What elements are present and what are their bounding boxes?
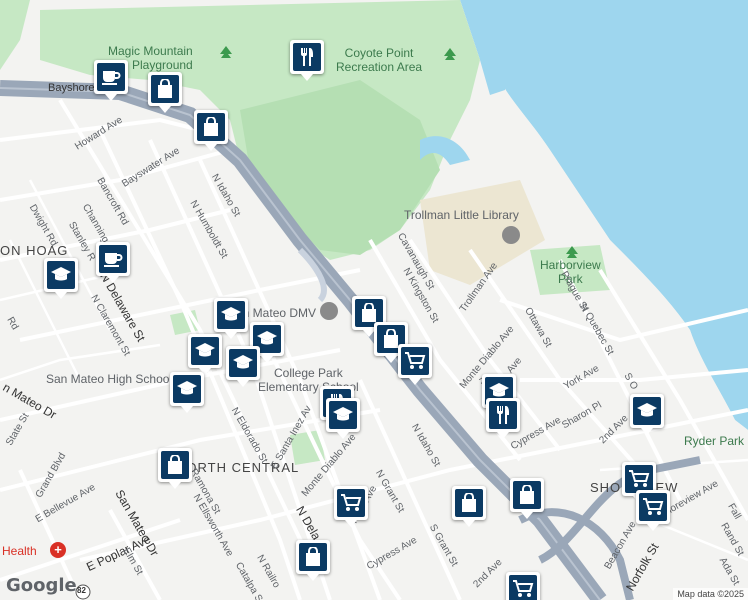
marker-school-6[interactable] <box>170 372 204 413</box>
health-label[interactable]: Health <box>2 544 37 558</box>
shopping-bag-icon <box>299 543 327 571</box>
marker-tip <box>225 332 237 339</box>
marker-cafe-2[interactable] <box>96 242 130 283</box>
school-icon <box>217 301 245 329</box>
school-icon <box>47 261 75 289</box>
marker-tip <box>237 380 249 387</box>
marker-tip <box>107 276 119 283</box>
shopping-cart-icon <box>509 575 537 600</box>
marker-food-1[interactable] <box>290 40 324 81</box>
marker-tip <box>105 94 117 101</box>
shopping-bag-icon <box>161 451 189 479</box>
harborview-pin-icon[interactable] <box>566 246 578 260</box>
marker-tip <box>385 356 397 363</box>
marker-tip <box>169 482 181 489</box>
marker-cafe-1[interactable] <box>94 60 128 101</box>
marker-tip <box>301 74 313 81</box>
marker-shop-6[interactable] <box>452 486 486 527</box>
marker-tip <box>205 144 217 151</box>
bayshore-label: Bayshore <box>48 82 95 94</box>
school-icon <box>191 337 219 365</box>
marker-food-3[interactable] <box>486 398 520 439</box>
coffee-icon <box>97 63 125 91</box>
marker-cart-1[interactable] <box>398 344 432 385</box>
route-82-label: 82 <box>77 586 86 595</box>
marker-tip <box>181 406 193 413</box>
marker-shop-8[interactable] <box>296 540 330 581</box>
library-pin-icon[interactable] <box>502 226 520 244</box>
marker-tip <box>641 428 653 435</box>
school-icon <box>229 349 257 377</box>
school-icon <box>173 375 201 403</box>
shopping-cart-icon <box>639 493 667 521</box>
shopping-cart-icon <box>337 489 365 517</box>
coffee-icon <box>99 245 127 273</box>
marker-shop-5[interactable] <box>158 448 192 489</box>
shopping-bag-icon <box>151 75 179 103</box>
marker-tip <box>463 520 475 527</box>
shopping-bag-icon <box>455 489 483 517</box>
map-canvas[interactable]: Magic Mountain Playground Coyote Point R… <box>0 0 748 600</box>
marker-cart-5[interactable] <box>506 572 540 600</box>
coyote-point-label[interactable]: Coyote Point Recreation Area <box>336 46 422 74</box>
marker-tip <box>521 512 533 519</box>
marker-tip <box>261 356 273 363</box>
marker-tip <box>307 574 319 581</box>
ryder-park-label[interactable]: Ryder Park <box>684 434 744 448</box>
trollman-library-label[interactable]: Trollman Little Library <box>404 208 519 222</box>
shopping-cart-icon <box>401 347 429 375</box>
marker-tip <box>497 432 509 439</box>
marker-school-1[interactable] <box>44 258 78 299</box>
san-mateo-high-label[interactable]: San Mateo High School <box>46 372 172 386</box>
marker-tip <box>647 524 659 531</box>
marker-school-9[interactable] <box>630 394 664 435</box>
restaurant-icon <box>489 401 517 429</box>
health-pin-icon[interactable]: + <box>50 542 66 558</box>
shopping-bag-icon <box>513 481 541 509</box>
marker-tip <box>409 378 421 385</box>
marker-shop-2[interactable] <box>194 110 228 151</box>
google-logo: Google <box>6 575 77 596</box>
marker-tip <box>55 292 67 299</box>
marker-school-2[interactable] <box>214 298 248 339</box>
marker-shop-7[interactable] <box>510 478 544 519</box>
dmv-pin-icon[interactable] <box>320 302 338 320</box>
marker-cart-3[interactable] <box>334 486 368 527</box>
marker-tip <box>345 520 357 527</box>
marker-school-7[interactable] <box>326 398 360 439</box>
school-icon <box>329 401 357 429</box>
map-attribution[interactable]: Map data ©2025 <box>673 588 748 600</box>
magic-mountain-pin-icon[interactable] <box>220 46 232 60</box>
shopping-bag-icon <box>197 113 225 141</box>
marker-school-5[interactable] <box>226 346 260 387</box>
school-icon <box>633 397 661 425</box>
marker-tip <box>337 432 349 439</box>
restaurant-icon <box>293 43 321 71</box>
marker-school-4[interactable] <box>188 334 222 375</box>
marker-tip <box>159 106 171 113</box>
shopping-cart-icon <box>625 465 653 493</box>
hoag-label: ON HOAG <box>0 243 69 258</box>
marker-shop-1[interactable] <box>148 72 182 113</box>
marker-cart-4[interactable] <box>636 490 670 531</box>
coyote-point-pin-icon[interactable] <box>444 48 456 62</box>
